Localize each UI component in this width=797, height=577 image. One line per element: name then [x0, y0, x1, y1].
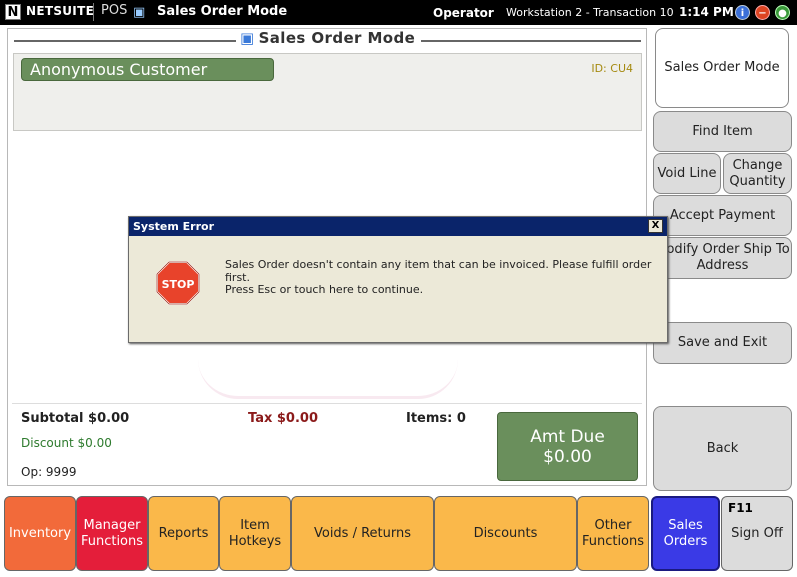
voids-returns-button[interactable]: Voids / Returns — [291, 496, 434, 571]
discounts-button[interactable]: Discounts — [434, 496, 577, 571]
accept-payment-button[interactable]: Accept Payment — [653, 195, 792, 236]
back-button[interactable]: Back — [653, 406, 792, 491]
change-quantity-button[interactable]: Change Quantity — [723, 153, 792, 194]
item-hotkeys-button[interactable]: Item Hotkeys — [219, 496, 291, 571]
title-bar: N NETSUITE POS ▣ Sales Order Mode Operat… — [0, 0, 797, 25]
dialog-close-icon[interactable]: X — [648, 219, 663, 233]
void-line-button[interactable]: Void Line — [653, 153, 721, 194]
dialog-title-bar: System Error — [129, 217, 667, 236]
sign-off-hotkey: F11 — [728, 501, 753, 515]
amount-due-label: Amt Due — [530, 427, 605, 447]
mode-title: Sales Order Mode — [157, 4, 288, 19]
discount: Discount $0.00 — [21, 436, 112, 450]
dialog-hint[interactable]: Press Esc or touch here to continue. — [225, 283, 423, 296]
save-and-exit-button[interactable]: Save and Exit — [653, 322, 792, 364]
background-watermark — [198, 359, 458, 399]
heading-rule-right — [421, 40, 641, 42]
reports-button[interactable]: Reports — [148, 496, 219, 571]
items-count: Items: 0 — [406, 411, 466, 426]
heading-rule-left — [14, 40, 236, 42]
register-icon: ▣ — [133, 5, 146, 20]
find-item-button[interactable]: Find Item — [653, 111, 792, 152]
stop-sign-text: STOP — [162, 278, 195, 291]
brand-name: NETSUITE — [26, 4, 95, 18]
page-title-text: Sales Order Mode — [258, 29, 416, 47]
dialog-message: Sales Order doesn't contain any item tha… — [225, 258, 652, 284]
close-icon[interactable]: − — [755, 5, 770, 20]
subtotal: Subtotal $0.00 — [21, 411, 130, 426]
clock: 1:14 PM — [679, 5, 734, 19]
title-separator — [93, 3, 94, 21]
dialog-title: System Error — [133, 220, 214, 233]
other-functions-button[interactable]: Other Functions — [577, 496, 649, 571]
operator-label: Operator — [433, 6, 494, 20]
product-name: POS — [101, 3, 128, 18]
sales-orders-button[interactable]: Sales Orders — [651, 496, 720, 571]
operator-id: Op: 9999 — [21, 465, 77, 479]
info-icon[interactable]: i — [735, 5, 750, 20]
section-heading: ▣ Sales Order Mode — [8, 29, 648, 51]
totals-panel: Subtotal $0.00 Tax $0.00 Items: 0 Discou… — [12, 403, 642, 481]
tax: Tax $0.00 — [248, 411, 318, 426]
amount-due-button[interactable]: Amt Due $0.00 — [497, 412, 638, 481]
customer-name-button[interactable]: Anonymous Customer — [21, 58, 274, 81]
customer-panel: Anonymous Customer ID: CU4 — [13, 53, 642, 131]
manager-functions-button[interactable]: Manager Functions — [76, 496, 148, 571]
customer-id: ID: CU4 — [591, 62, 633, 75]
netsuite-logo-icon: N — [5, 4, 21, 20]
register-icon: ▣ — [240, 29, 255, 47]
inventory-button[interactable]: Inventory — [4, 496, 76, 571]
amount-due-value: $0.00 — [543, 447, 592, 467]
page-title: ▣ Sales Order Mode — [240, 29, 415, 47]
sales-order-mode-button[interactable]: Sales Order Mode — [655, 28, 789, 108]
system-error-dialog[interactable]: System Error X STOP Sales Order doesn't … — [128, 216, 668, 343]
sign-off-button[interactable]: F11 Sign Off — [721, 496, 793, 571]
globe-icon[interactable]: ● — [775, 5, 790, 20]
modify-ship-address-button[interactable]: Modify Order Ship To Address — [653, 237, 792, 279]
stop-sign-icon: STOP — [156, 261, 200, 305]
sign-off-label: Sign Off — [731, 525, 783, 541]
workstation-label: Workstation 2 - Transaction 10 — [506, 6, 674, 19]
